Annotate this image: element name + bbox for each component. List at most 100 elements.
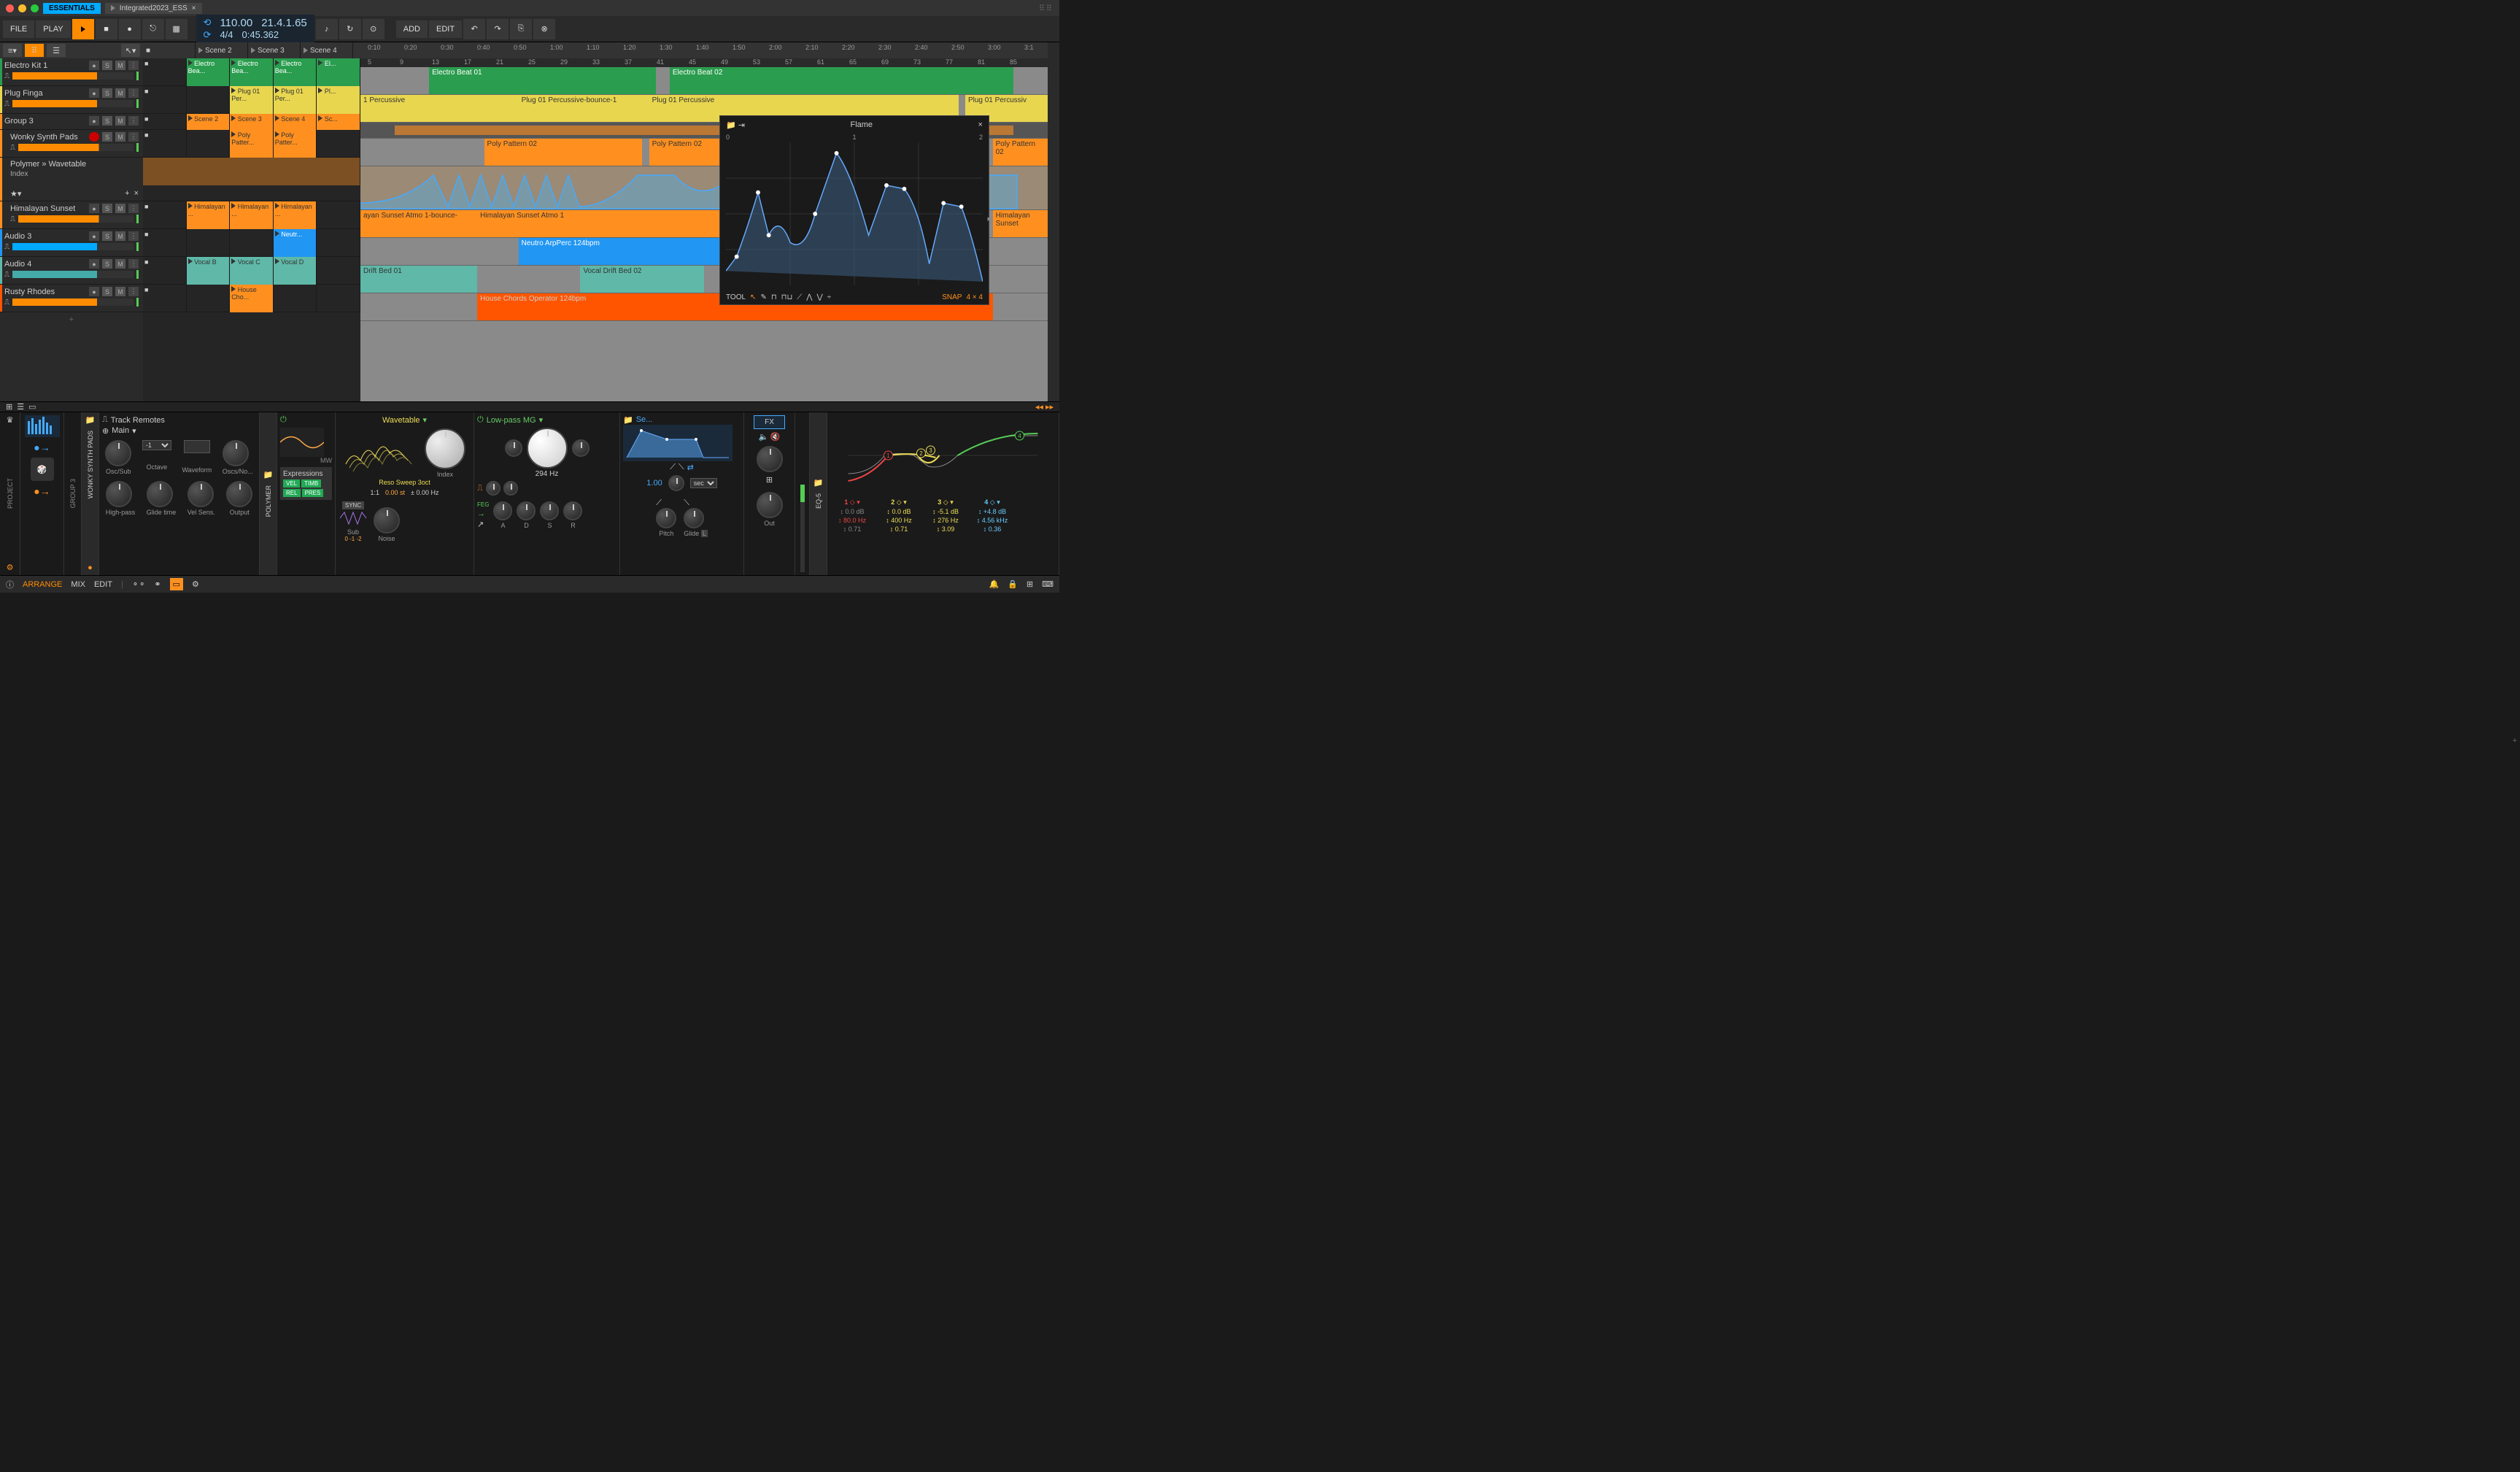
clip-slot[interactable] bbox=[317, 229, 360, 257]
crown-icon[interactable]: ♛ bbox=[7, 415, 14, 425]
mute-button[interactable]: M bbox=[115, 132, 125, 142]
arrange-clip[interactable]: Electro Beat 01 bbox=[429, 67, 656, 94]
mod-wheel-display[interactable] bbox=[280, 428, 324, 457]
record-arm-button[interactable]: ● bbox=[89, 88, 99, 98]
out-knob[interactable] bbox=[757, 492, 783, 518]
overdub-button[interactable]: ▦ bbox=[166, 19, 188, 39]
clip-slot[interactable] bbox=[274, 285, 317, 312]
panel-toggle-icon[interactable]: ▭ bbox=[28, 402, 36, 412]
clip-slot[interactable]: House Cho... bbox=[230, 285, 274, 312]
arrange-scrollbar[interactable] bbox=[1048, 42, 1059, 401]
arrange-clip[interactable]: Plug 01 Percussive-bounce-1 bbox=[519, 95, 649, 122]
clip-slot[interactable]: Vocal D bbox=[274, 257, 317, 285]
record-arm-button[interactable]: ● bbox=[89, 287, 99, 296]
timb-toggle[interactable]: TIMB bbox=[301, 479, 321, 488]
window-minimize-button[interactable] bbox=[18, 4, 26, 12]
panel-toggle-icon[interactable]: ⊞ bbox=[6, 402, 12, 412]
folder-icon[interactable]: 📁 bbox=[813, 478, 824, 488]
stop-clip-button[interactable]: ■ bbox=[143, 130, 187, 158]
clip-slot[interactable]: Scene 3 bbox=[230, 114, 274, 130]
add-icon[interactable]: + bbox=[2513, 736, 2517, 745]
window-close-button[interactable] bbox=[6, 4, 14, 12]
vel-toggle[interactable]: VEL bbox=[283, 479, 300, 488]
stop-clip-button[interactable]: ■ bbox=[143, 257, 187, 285]
project-nav[interactable]: PROJECT bbox=[7, 478, 14, 509]
clip-slot[interactable]: Vocal B bbox=[187, 257, 231, 285]
volume-slider[interactable] bbox=[12, 72, 134, 80]
add-icon[interactable]: + bbox=[125, 189, 129, 199]
clip-slot[interactable]: Pl... bbox=[317, 86, 360, 114]
copy-button[interactable]: ⎘ bbox=[510, 19, 532, 39]
view-list-button[interactable]: ≡▾ bbox=[3, 44, 22, 57]
clip-slot[interactable]: Himalayan ... bbox=[230, 201, 274, 229]
position-time[interactable]: 0:45.362 bbox=[242, 30, 279, 40]
arrange-clip[interactable]: Vocal Drift Bed 02 bbox=[580, 266, 704, 293]
clip-slot[interactable]: Electro Bea... bbox=[274, 58, 317, 86]
arrange-clip[interactable]: Electro Beat 02 bbox=[670, 67, 1013, 94]
panel-toggle-icon[interactable]: ☰ bbox=[17, 402, 24, 412]
cutoff-value[interactable]: 294 Hz bbox=[477, 470, 617, 478]
pitch-value[interactable]: ± 0.00 Hz bbox=[411, 489, 438, 496]
track-menu-icon[interactable]: ⋮ bbox=[128, 61, 139, 70]
record-arm-button[interactable]: ● bbox=[89, 231, 99, 241]
sustain-knob[interactable] bbox=[540, 501, 559, 520]
delete-button[interactable]: ⊗ bbox=[533, 19, 555, 39]
stop-clip-button[interactable]: ■ bbox=[143, 86, 187, 114]
glide-knob[interactable] bbox=[684, 508, 704, 528]
transport-display[interactable]: ⟲ 110.00 21.4.1.65 ⟳ 4/4 0:45.362 bbox=[196, 15, 314, 43]
record-arm-button[interactable] bbox=[89, 132, 99, 142]
keyboard-icon[interactable]: ⎍ bbox=[10, 144, 15, 152]
panel-icon[interactable]: ⚙ bbox=[192, 579, 199, 589]
folder-icon[interactable]: 📁 ⇥ bbox=[726, 120, 745, 130]
add-menu[interactable]: ADD bbox=[396, 20, 428, 38]
scene-cell[interactable]: Scene 4 bbox=[301, 42, 353, 58]
device-name[interactable]: POLYMER bbox=[265, 485, 272, 517]
saw2-tool-icon[interactable]: ⋁ bbox=[816, 293, 822, 301]
mute-icon[interactable]: 🔇 bbox=[770, 432, 781, 442]
track-header[interactable]: Wonky Synth PadsSM⋮⎍ bbox=[0, 130, 143, 158]
volume-slider[interactable] bbox=[12, 243, 134, 250]
curve-icon[interactable]: ⟍ bbox=[679, 463, 684, 472]
stop-clip-button[interactable]: ■ bbox=[143, 58, 187, 86]
power-icon[interactable]: ⏻ bbox=[280, 415, 287, 425]
pitch-knob[interactable] bbox=[656, 508, 676, 528]
track-nav[interactable]: WONKY SYNTH PADS bbox=[87, 431, 94, 498]
track-header[interactable]: Audio 3●SM⋮⎍ bbox=[0, 229, 143, 257]
track-menu-icon[interactable]: ⋮ bbox=[128, 287, 139, 296]
record-arm-button[interactable]: ● bbox=[89, 259, 99, 269]
stop-clip-button[interactable]: ■ bbox=[143, 201, 187, 229]
track-header[interactable]: Plug Finga●SM⋮⎍ bbox=[0, 86, 143, 114]
clip-slot[interactable]: Scene 2 bbox=[187, 114, 231, 130]
oscsub-knob[interactable] bbox=[105, 440, 131, 466]
osc-type-dropdown[interactable]: Wavetable bbox=[382, 416, 420, 425]
fine-value[interactable]: 0.00 st bbox=[385, 489, 405, 496]
clip-slot[interactable] bbox=[317, 257, 360, 285]
clip-slot[interactable]: Sc... bbox=[317, 114, 360, 130]
arrange-track[interactable]: Electro Beat 01 Electro Beat 02 bbox=[360, 67, 1048, 95]
pointer-tool[interactable]: ↖▾ bbox=[121, 44, 140, 57]
dice-icon[interactable]: 🎲 bbox=[31, 458, 54, 481]
clip-slot[interactable]: Himalayan ... bbox=[187, 201, 231, 229]
punch-button[interactable]: ⊙ bbox=[363, 19, 384, 39]
grid-icon[interactable]: ⊞ bbox=[766, 475, 773, 485]
clip-slot[interactable]: El... bbox=[317, 58, 360, 86]
close-icon[interactable]: × bbox=[134, 189, 139, 199]
eq-band[interactable]: 2 ◇ ▾↕ 0.0 dB↕ 400 Hz↕ 0.71 bbox=[877, 498, 921, 533]
scene-cell[interactable]: Scene 3 bbox=[248, 42, 301, 58]
bar-ruler[interactable]: 5913172125293337414549535761656973778185 bbox=[360, 58, 1048, 67]
mute-button[interactable]: M bbox=[115, 204, 125, 213]
device-name[interactable]: EQ-5 bbox=[815, 493, 822, 509]
clip-slot[interactable] bbox=[187, 130, 231, 158]
fx-knob[interactable] bbox=[757, 446, 783, 472]
position-bars[interactable]: 21.4.1.65 bbox=[261, 18, 307, 30]
add-track-button[interactable]: + bbox=[0, 312, 143, 327]
ramp-tool-icon[interactable]: ⟋ bbox=[797, 293, 802, 301]
stop-clip-button[interactable]: ■ bbox=[143, 285, 187, 312]
stop-clip-button[interactable]: ■ bbox=[143, 114, 187, 130]
track-menu-icon[interactable]: ⋮ bbox=[128, 259, 139, 269]
highpass-knob[interactable] bbox=[106, 481, 132, 507]
solo-button[interactable]: S bbox=[102, 61, 112, 70]
stop-clip-button[interactable]: ■ bbox=[143, 229, 187, 257]
cutoff-knob[interactable] bbox=[527, 428, 568, 469]
volume-slider[interactable] bbox=[12, 298, 134, 306]
